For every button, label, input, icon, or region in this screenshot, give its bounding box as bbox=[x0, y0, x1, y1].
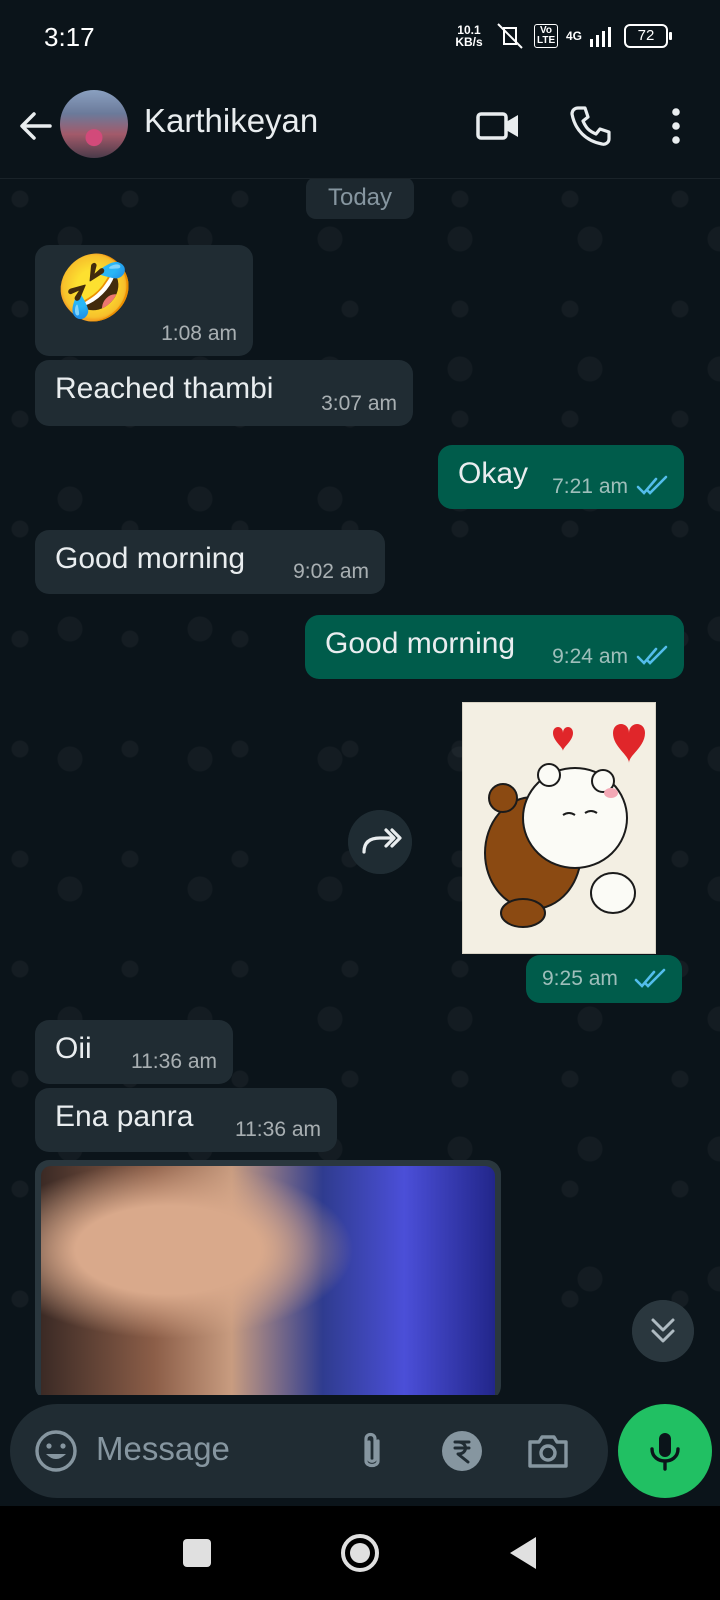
message-outgoing[interactable]: Okay 7:21 am bbox=[438, 445, 684, 509]
mute-vibrate-icon bbox=[497, 23, 523, 49]
message-text: Ena panra bbox=[55, 1100, 194, 1133]
image-message[interactable] bbox=[35, 1160, 501, 1395]
chat-header: Karthikeyan bbox=[0, 78, 720, 179]
message-incoming[interactable]: Ena panra 11:36 am bbox=[35, 1088, 337, 1152]
contact-avatar[interactable] bbox=[60, 90, 128, 158]
mic-icon bbox=[650, 1433, 680, 1471]
read-ticks-icon bbox=[634, 968, 666, 988]
message-incoming[interactable]: 🤣 1:08 am bbox=[35, 245, 253, 356]
message-text: Reached thambi bbox=[55, 372, 274, 405]
home-icon[interactable] bbox=[335, 1528, 385, 1578]
read-ticks-icon bbox=[636, 475, 668, 495]
message-time: 11:36 am bbox=[131, 1050, 217, 1073]
message-time: 7:21 am bbox=[552, 475, 628, 498]
message-time: 3:07 am bbox=[321, 392, 397, 415]
signal-icon bbox=[590, 27, 611, 47]
message-incoming[interactable]: Reached thambi 3:07 am bbox=[35, 360, 413, 426]
forward-icon[interactable] bbox=[348, 810, 412, 874]
status-time: 3:17 bbox=[44, 22, 95, 52]
message-text: Good morning bbox=[325, 627, 516, 660]
message-time: 9:25 am bbox=[542, 967, 618, 990]
rupee-payment-icon[interactable] bbox=[438, 1427, 486, 1475]
phone-icon[interactable] bbox=[566, 102, 614, 150]
message-time: 9:24 am bbox=[552, 645, 628, 668]
selfie-photo bbox=[41, 1166, 495, 1395]
attach-icon[interactable] bbox=[348, 1427, 396, 1475]
message-text: Oii bbox=[55, 1032, 92, 1065]
sticker-image[interactable] bbox=[462, 702, 656, 954]
message-incoming[interactable]: Good morning 9:02 am bbox=[35, 530, 385, 594]
back-nav-icon[interactable] bbox=[498, 1528, 548, 1578]
date-chip: Today bbox=[306, 179, 414, 219]
status-icons: 10.1 KB/s Vo LTE 4G 72 bbox=[452, 22, 672, 50]
more-options-icon[interactable] bbox=[652, 102, 700, 150]
camera-icon[interactable] bbox=[524, 1427, 572, 1475]
emoji-message: 🤣 bbox=[55, 252, 135, 324]
network-speed: 10.1 KB/s bbox=[455, 23, 483, 49]
message-input[interactable]: Message bbox=[96, 1430, 230, 1468]
network-type: 4G bbox=[565, 29, 582, 43]
message-text: Good morning bbox=[55, 542, 246, 575]
message-text: Okay bbox=[458, 457, 529, 490]
recents-icon[interactable] bbox=[172, 1528, 222, 1578]
contact-name[interactable]: Karthikeyan bbox=[144, 102, 318, 140]
system-nav-bar bbox=[0, 1506, 720, 1600]
chat-area[interactable]: Today 🤣 1:08 am Reached thambi 3:07 am O… bbox=[0, 179, 720, 1395]
battery-icon: 72 bbox=[624, 24, 672, 48]
message-outgoing-time[interactable]: 9:25 am bbox=[526, 955, 682, 1003]
back-arrow-icon[interactable] bbox=[14, 104, 58, 148]
message-time: 9:02 am bbox=[293, 560, 369, 583]
read-ticks-icon bbox=[636, 645, 668, 665]
scroll-down-icon[interactable] bbox=[632, 1300, 694, 1362]
message-time: 1:08 am bbox=[161, 322, 237, 345]
emoji-icon[interactable] bbox=[32, 1427, 80, 1475]
bears-hug-sticker bbox=[484, 724, 645, 928]
message-time: 11:36 am bbox=[235, 1118, 321, 1141]
volte-icon: Vo LTE bbox=[533, 24, 558, 48]
message-composer: Message bbox=[10, 1404, 608, 1498]
message-outgoing[interactable]: Good morning 9:24 am bbox=[305, 615, 684, 679]
message-incoming[interactable]: Oii 11:36 am bbox=[35, 1020, 233, 1084]
mic-button[interactable] bbox=[618, 1404, 712, 1498]
status-bar: 3:17 10.1 KB/s Vo LTE 4G 72 bbox=[0, 0, 720, 78]
video-call-icon[interactable] bbox=[474, 102, 522, 150]
